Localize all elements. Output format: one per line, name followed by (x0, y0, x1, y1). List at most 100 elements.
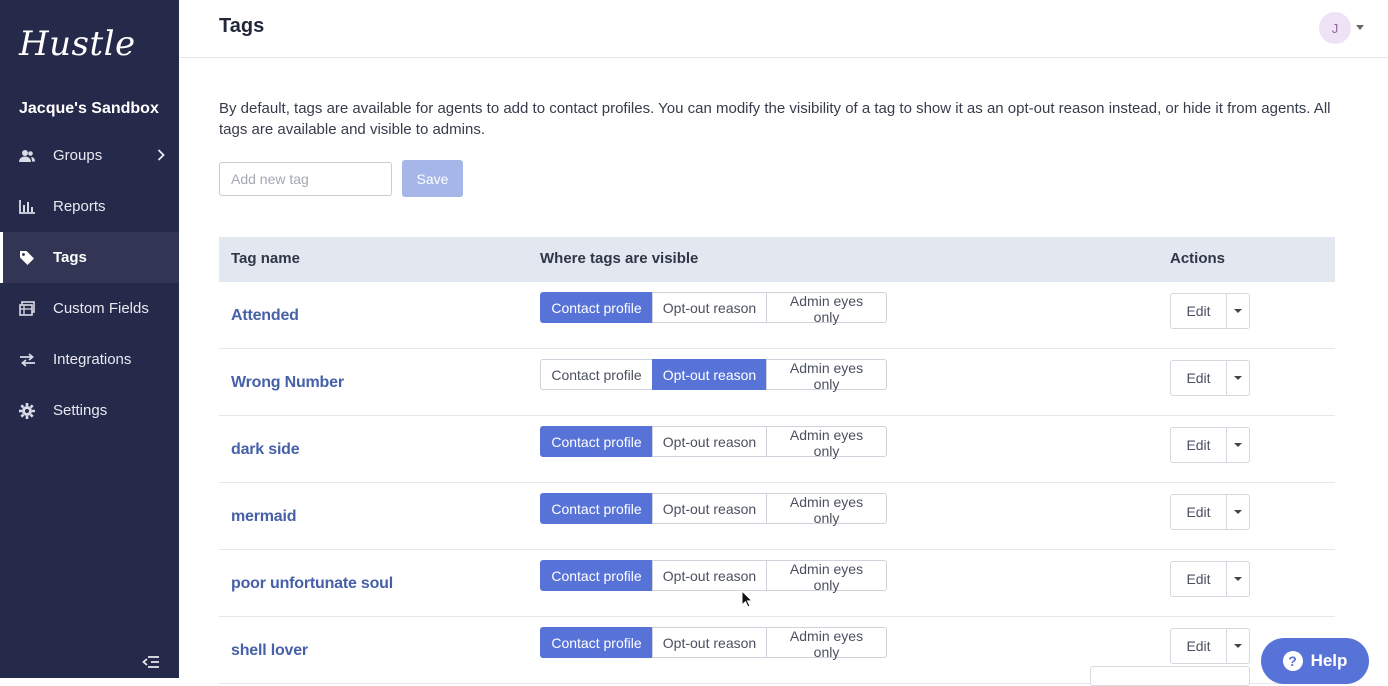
caret-down-icon (1234, 577, 1242, 581)
new-tag-input[interactable] (219, 162, 392, 196)
table-row: dark side Contact profile Opt-out reason Ad… (219, 416, 1335, 483)
collapse-sidebar-icon[interactable] (142, 655, 160, 674)
row-actions: Edit (1170, 427, 1250, 463)
column-header-tag-name: Tag name (231, 250, 300, 267)
sidebar-item-settings[interactable]: Settings (0, 385, 179, 436)
sidebar-item-label: Reports (53, 198, 106, 215)
row-actions: Edit (1170, 628, 1250, 664)
visibility-option-contact-profile[interactable]: Contact profile (540, 359, 653, 390)
visibility-option-admin-eyes-only[interactable]: Admin eyes only (766, 560, 887, 593)
question-mark-icon: ? (1282, 651, 1303, 671)
top-bar: Tags J (179, 0, 1388, 58)
app-logo[interactable]: Hustle (19, 24, 136, 64)
tag-name-link[interactable]: Attended (231, 307, 299, 325)
workspace-name: Jacque's Sandbox (19, 100, 159, 117)
visibility-option-opt-out-reason[interactable]: Opt-out reason (652, 493, 767, 524)
visibility-toggle-group: Contact profile Opt-out reason Admin eyes … (540, 292, 887, 325)
visibility-option-contact-profile[interactable]: Contact profile (540, 426, 653, 457)
sidebar-item-groups[interactable]: Groups (0, 130, 179, 181)
visibility-option-contact-profile[interactable]: Contact profile (540, 560, 653, 591)
table-body: Attended Contact profile Opt-out reason Adm… (219, 282, 1335, 684)
actions-dropdown-button[interactable] (1227, 427, 1250, 463)
help-button[interactable]: ? Help (1261, 638, 1369, 684)
chevron-right-icon (157, 148, 165, 165)
table-row: Attended Contact profile Opt-out reason Adm… (219, 282, 1335, 349)
mouse-cursor-icon (741, 589, 754, 613)
sidebar-item-label: Groups (53, 147, 103, 164)
sidebar: Hustle Jacque's Sandbox Groups Reports T… (0, 0, 179, 678)
tag-name-link[interactable]: mermaid (231, 508, 296, 526)
visibility-option-admin-eyes-only[interactable]: Admin eyes only (766, 292, 887, 325)
visibility-toggle-group: Contact profile Opt-out reason Admin eyes … (540, 359, 887, 392)
visibility-toggle-group: Contact profile Opt-out reason Admin eyes … (540, 426, 887, 459)
sidebar-item-custom-fields[interactable]: Custom Fields (0, 283, 179, 334)
caret-down-icon (1234, 510, 1242, 514)
sidebar-item-tags[interactable]: Tags (0, 232, 179, 283)
sidebar-item-label: Settings (53, 402, 108, 419)
avatar[interactable]: J (1319, 12, 1351, 44)
row-actions: Edit (1170, 293, 1250, 329)
visibility-toggle-group: Contact profile Opt-out reason Admin eyes … (540, 493, 887, 526)
table-row: mermaid Contact profile Opt-out reason Admi… (219, 483, 1335, 550)
column-header-visibility: Where tags are visible (540, 250, 699, 267)
sidebar-item-label: Integrations (53, 351, 132, 368)
visibility-option-contact-profile[interactable]: Contact profile (540, 627, 653, 658)
help-label: Help (1310, 651, 1348, 670)
visibility-option-admin-eyes-only[interactable]: Admin eyes only (766, 493, 887, 526)
caret-down-icon[interactable] (1356, 25, 1364, 30)
visibility-option-admin-eyes-only[interactable]: Admin eyes only (766, 627, 887, 660)
tag-name-link[interactable]: shell lover (231, 642, 308, 660)
visibility-option-opt-out-reason[interactable]: Opt-out reason (652, 627, 767, 658)
gear-icon (18, 402, 36, 420)
tag-name-link[interactable]: Wrong Number (231, 374, 344, 392)
table-row: poor unfortunate soul Contact profile Opt-… (219, 550, 1335, 617)
actions-dropdown-button[interactable] (1227, 628, 1250, 664)
visibility-option-admin-eyes-only[interactable]: Admin eyes only (766, 359, 887, 392)
edit-button[interactable]: Edit (1170, 427, 1227, 463)
tag-name-link[interactable]: poor unfortunate soul (231, 575, 393, 593)
table-header: Tag name Where tags are visible Actions (219, 237, 1335, 282)
caret-down-icon (1234, 443, 1242, 447)
page-description: By default, tags are available for agent… (219, 100, 1331, 138)
edit-button[interactable]: Edit (1170, 628, 1227, 664)
table-icon (18, 300, 36, 318)
visibility-toggle-group: Contact profile Opt-out reason Admin eyes … (540, 560, 887, 593)
visibility-toggle-group: Contact profile Opt-out reason Admin eyes … (540, 627, 887, 660)
sidebar-item-integrations[interactable]: Integrations (0, 334, 179, 385)
bar-chart-icon (18, 198, 36, 216)
actions-dropdown-button[interactable] (1227, 360, 1250, 396)
table-row: Wrong Number Contact profile Opt-out reaso… (219, 349, 1335, 416)
row-actions: Edit (1170, 360, 1250, 396)
sidebar-nav: Groups Reports Tags Custom Fields Integr… (0, 130, 179, 436)
caret-down-icon (1234, 309, 1242, 313)
column-header-actions: Actions (1170, 250, 1226, 267)
dropdown-menu[interactable] (1090, 666, 1250, 686)
sidebar-item-label: Tags (53, 249, 87, 266)
actions-dropdown-button[interactable] (1227, 293, 1250, 329)
actions-dropdown-button[interactable] (1227, 494, 1250, 530)
visibility-option-opt-out-reason[interactable]: Opt-out reason (652, 560, 767, 591)
caret-down-icon (1234, 376, 1242, 380)
visibility-option-admin-eyes-only[interactable]: Admin eyes only (766, 426, 887, 459)
swap-arrows-icon (18, 351, 36, 369)
visibility-option-opt-out-reason[interactable]: Opt-out reason (652, 359, 767, 390)
edit-button[interactable]: Edit (1170, 360, 1227, 396)
tags-table: Tag name Where tags are visible Actions … (219, 237, 1335, 684)
visibility-option-opt-out-reason[interactable]: Opt-out reason (652, 292, 767, 323)
tag-name-link[interactable]: dark side (231, 441, 300, 459)
edit-button[interactable]: Edit (1170, 293, 1227, 329)
visibility-option-opt-out-reason[interactable]: Opt-out reason (652, 426, 767, 457)
sidebar-item-reports[interactable]: Reports (0, 181, 179, 232)
save-button[interactable]: Save (402, 160, 463, 197)
edit-button[interactable]: Edit (1170, 494, 1227, 530)
visibility-option-contact-profile[interactable]: Contact profile (540, 493, 653, 524)
page-title: Tags (219, 15, 265, 37)
row-actions: Edit (1170, 561, 1250, 597)
visibility-option-contact-profile[interactable]: Contact profile (540, 292, 653, 323)
sidebar-item-label: Custom Fields (53, 300, 149, 317)
caret-down-icon (1234, 644, 1242, 648)
people-icon (18, 147, 36, 165)
tag-icon (18, 249, 36, 267)
actions-dropdown-button[interactable] (1227, 561, 1250, 597)
edit-button[interactable]: Edit (1170, 561, 1227, 597)
